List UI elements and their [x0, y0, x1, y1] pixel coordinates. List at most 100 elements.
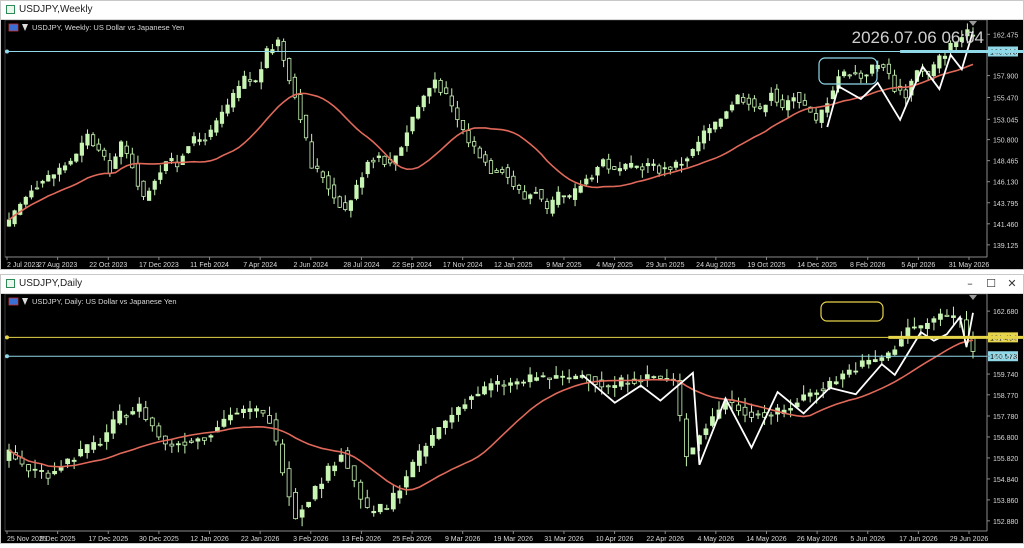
- candle-body: [371, 159, 376, 163]
- candle-body: [859, 360, 865, 367]
- chart-window-icon: [6, 5, 15, 14]
- y-tick-label: 150.800: [993, 138, 1018, 145]
- candle-body: [241, 408, 246, 414]
- candle-body: [443, 420, 448, 428]
- candle-body: [6, 219, 12, 227]
- candle-body: [78, 448, 84, 457]
- candle-body: [312, 486, 318, 500]
- candle-body: [219, 111, 225, 124]
- x-tick-label: 9 Mar 2026: [445, 536, 481, 543]
- candle-body: [718, 118, 723, 127]
- candle-body: [436, 427, 442, 439]
- weekly-chart-window: USDJPY,Weekly 160.573162.475160.573157.9…: [0, 0, 1024, 270]
- plot-frame: [4, 19, 988, 258]
- current-bar-marker: [969, 295, 977, 300]
- candle-body: [942, 55, 948, 59]
- minimize-button[interactable]: –: [963, 277, 977, 291]
- candle-body: [293, 491, 298, 520]
- candle-body: [475, 393, 481, 397]
- candle-body: [500, 169, 505, 173]
- weekly-chart-svg[interactable]: 160.573162.475160.573157.900155.470153.0…: [1, 19, 1024, 269]
- x-tick-label: 19 Mar 2026: [494, 536, 533, 543]
- candle-body: [195, 438, 201, 442]
- candle-body: [23, 196, 28, 205]
- candle-body: [416, 450, 422, 466]
- y-tick-label: 143.795: [993, 201, 1018, 208]
- candle-body: [136, 403, 142, 412]
- candle-body: [668, 166, 673, 170]
- weekly-title-bar[interactable]: USDJPY,Weekly: [1, 1, 1023, 20]
- x-tick-label: 2 Jun 2024: [293, 262, 328, 269]
- y-tick-label: 156.800: [993, 435, 1018, 442]
- x-tick-label: 13 Feb 2026: [342, 536, 381, 543]
- x-tick-label: 29 Jun 2026: [950, 536, 989, 543]
- candle-body: [326, 175, 331, 190]
- candle-body: [365, 161, 370, 175]
- candle-body: [864, 74, 869, 77]
- candle-body: [135, 163, 141, 187]
- candle-body: [377, 503, 383, 513]
- candle-body: [827, 380, 833, 388]
- daily-title-bar[interactable]: USDJPY,Daily – ☐ ✕: [1, 275, 1023, 294]
- candle-body: [488, 160, 494, 174]
- candle-body: [724, 111, 729, 119]
- x-tick-label: 17 Nov 2024: [443, 262, 483, 269]
- candle-body: [214, 120, 219, 133]
- price-level-anchor: [5, 49, 9, 54]
- y-tick-label: 157.900: [993, 74, 1018, 81]
- daily-chart-svg[interactable]: 161.454160.573162.680161.454160.573159.7…: [1, 293, 1024, 543]
- chart-window-icon: [6, 279, 15, 288]
- candle-body: [74, 153, 79, 162]
- x-tick-label: 5 Dec 2025: [40, 536, 76, 543]
- candle-body: [707, 128, 712, 134]
- zigzag-line: [581, 312, 974, 466]
- candle-body: [343, 202, 348, 210]
- candle-body: [833, 381, 839, 385]
- candle-body: [124, 145, 129, 154]
- candle-body: [156, 425, 162, 438]
- candle-body: [102, 149, 107, 157]
- x-tick-label: 4 May 2026: [698, 536, 735, 543]
- candle-body: [325, 465, 331, 481]
- candle-body: [501, 384, 507, 387]
- candle-body: [605, 385, 611, 388]
- candle-body: [331, 184, 337, 199]
- candle-body: [595, 166, 600, 176]
- candle-body: [432, 79, 438, 89]
- candle-body: [208, 129, 213, 137]
- candle-body: [254, 408, 259, 412]
- daily-chart-window: USDJPY,Daily – ☐ ✕ 161.454160.573162.680…: [0, 274, 1024, 544]
- candle-body: [606, 158, 611, 170]
- candle-body: [477, 147, 482, 159]
- candle-body: [315, 165, 320, 169]
- candle-body: [186, 146, 191, 154]
- weekly-chart-area[interactable]: 160.573162.475160.573157.900155.470153.0…: [1, 19, 1024, 269]
- y-tick-label: 148.465: [993, 159, 1018, 166]
- close-button[interactable]: ✕: [1005, 277, 1019, 291]
- y-tick-label: 152.880: [993, 519, 1018, 526]
- candle-body: [578, 185, 583, 193]
- candle-body: [550, 199, 555, 214]
- candle-body: [690, 447, 696, 455]
- candle-body: [768, 414, 774, 417]
- candle-body: [58, 467, 64, 471]
- chart-info-label: USDJPY, Daily: US Dollar vs Japanese Yen: [32, 297, 177, 306]
- candle-body: [592, 376, 598, 386]
- daily-chart-area[interactable]: 161.454160.573162.680161.454160.573159.7…: [1, 293, 1024, 543]
- candle-body: [39, 470, 44, 472]
- candle-body: [482, 386, 487, 395]
- y-tick-label: 160.573: [993, 354, 1018, 361]
- candle-body: [802, 100, 807, 106]
- x-tick-label: 22 Jan 2026: [241, 536, 280, 543]
- current-bar-marker: [969, 21, 977, 26]
- candle-body: [788, 408, 793, 411]
- candle-body: [306, 501, 311, 508]
- candle-body: [566, 377, 572, 380]
- candle-body: [780, 99, 785, 108]
- candle-body: [736, 404, 741, 412]
- price-level-anchor: [5, 354, 9, 359]
- maximize-button[interactable]: ☐: [984, 277, 998, 291]
- x-tick-label: 3 Feb 2026: [293, 536, 329, 543]
- candle-body: [556, 191, 561, 205]
- candle-body: [925, 322, 930, 329]
